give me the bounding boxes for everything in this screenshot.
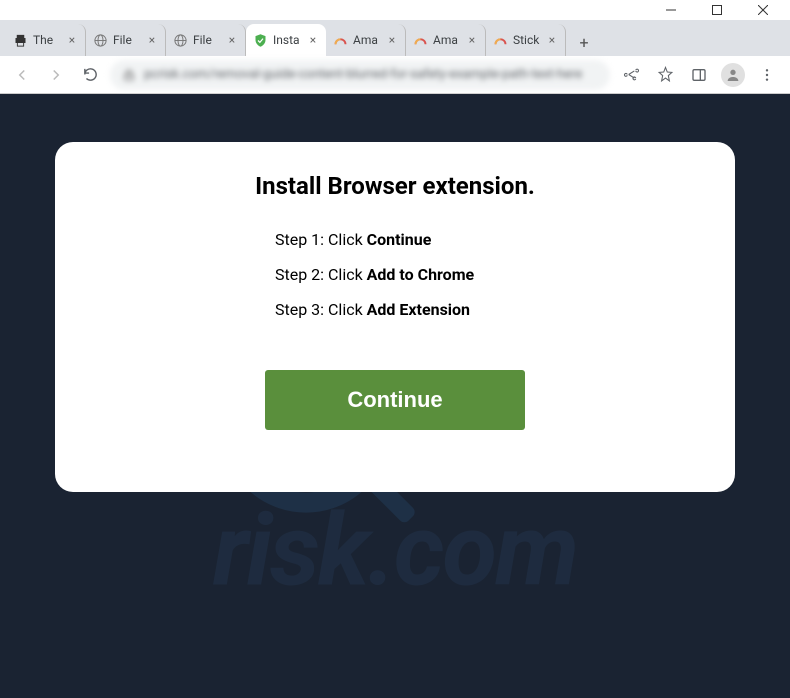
- tab-title: File: [113, 33, 140, 47]
- tab-2[interactable]: File ×: [166, 24, 246, 56]
- close-icon[interactable]: ×: [545, 33, 559, 47]
- tab-favicon-icon: [12, 32, 28, 48]
- page-viewport: PC risk.com Install Browser extension. S…: [0, 94, 790, 698]
- tab-favicon-icon: [412, 32, 428, 48]
- tab-title: File: [193, 33, 220, 47]
- tab-favicon-icon: [172, 32, 188, 48]
- tab-title: The: [33, 33, 60, 47]
- tab-title: Stick: [513, 33, 540, 47]
- tab-5[interactable]: Ama ×: [406, 24, 486, 56]
- toolbar: pcrisk.com/removal-guide-content-blurred…: [0, 56, 790, 94]
- close-icon[interactable]: ×: [306, 33, 320, 47]
- forward-button[interactable]: [42, 61, 70, 89]
- address-bar[interactable]: pcrisk.com/removal-guide-content-blurred…: [110, 60, 610, 90]
- profile-button[interactable]: [718, 60, 748, 90]
- tab-favicon-icon: [92, 32, 108, 48]
- close-icon[interactable]: ×: [145, 33, 159, 47]
- reload-button[interactable]: [76, 61, 104, 89]
- minimize-button[interactable]: [648, 0, 694, 20]
- tab-4[interactable]: Ama ×: [326, 24, 406, 56]
- close-icon[interactable]: ×: [65, 33, 79, 47]
- back-button[interactable]: [8, 61, 36, 89]
- maximize-button[interactable]: [694, 0, 740, 20]
- menu-icon[interactable]: [752, 60, 782, 90]
- close-icon[interactable]: ×: [225, 33, 239, 47]
- new-tab-button[interactable]: +: [570, 28, 598, 56]
- card-title: Install Browser extension.: [255, 172, 535, 200]
- tab-favicon-icon: [332, 32, 348, 48]
- step-2: Step 2: Click Add to Chrome: [275, 265, 695, 284]
- continue-button[interactable]: Continue: [265, 370, 525, 430]
- close-icon[interactable]: ×: [385, 33, 399, 47]
- step-1: Step 1: Click Continue: [275, 230, 695, 249]
- install-card: Install Browser extension. Step 1: Click…: [55, 142, 735, 492]
- tab-strip: The × File × File × Insta × Ama × Ama × …: [0, 20, 790, 56]
- tab-title: Ama: [433, 33, 460, 47]
- bookmark-icon[interactable]: [650, 60, 680, 90]
- tab-favicon-icon: [252, 32, 268, 48]
- close-icon[interactable]: ×: [465, 33, 479, 47]
- tab-1[interactable]: File ×: [86, 24, 166, 56]
- sidepanel-icon[interactable]: [684, 60, 714, 90]
- close-button[interactable]: [740, 0, 786, 20]
- share-icon[interactable]: [616, 60, 646, 90]
- tab-title: Ama: [353, 33, 380, 47]
- window-titlebar: [0, 0, 790, 20]
- steps-list: Step 1: Click Continue Step 2: Click Add …: [95, 230, 695, 335]
- tab-0[interactable]: The ×: [6, 24, 86, 56]
- tab-title: Insta: [273, 33, 301, 47]
- step-3: Step 3: Click Add Extension: [275, 300, 695, 319]
- tab-6[interactable]: Stick ×: [486, 24, 566, 56]
- tab-favicon-icon: [492, 32, 508, 48]
- tab-3[interactable]: Insta ×: [246, 24, 326, 56]
